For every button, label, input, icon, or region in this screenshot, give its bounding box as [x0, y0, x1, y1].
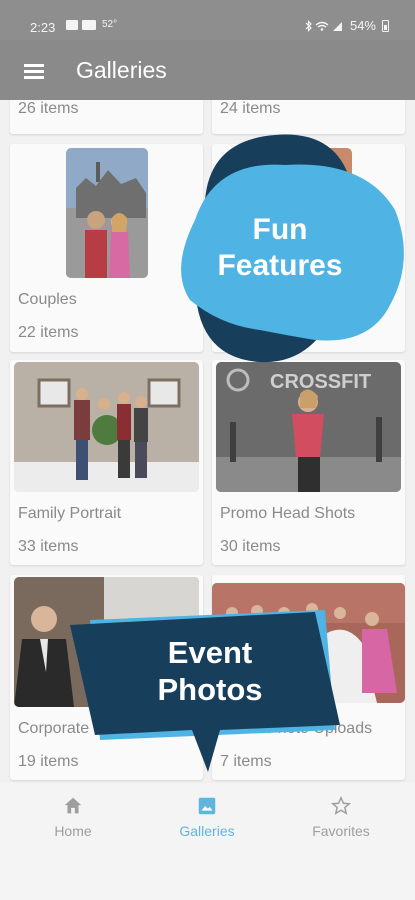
- nav-home[interactable]: Home: [18, 795, 128, 839]
- status-battery-text: 54%: [349, 18, 376, 33]
- gallery-card[interactable]: 26 items: [10, 100, 203, 134]
- gallery-count: 26 items: [18, 100, 79, 117]
- status-time: 2:23: [30, 20, 56, 35]
- nav-galleries[interactable]: Galleries: [152, 795, 262, 839]
- event-photos-label: Event Photos: [157, 635, 263, 708]
- page-title: Galleries: [76, 57, 167, 83]
- gallery-count: 33 items: [18, 538, 79, 555]
- system-icons: 54%: [304, 18, 389, 33]
- home-icon: [64, 797, 82, 814]
- image-icon: [198, 797, 216, 815]
- gallery-count: 24 items: [220, 100, 281, 117]
- gallery-thumbnail: CROSSFIT: [216, 362, 401, 492]
- menu-icon[interactable]: [24, 64, 44, 79]
- gallery-card-family-portrait[interactable]: Family Portrait 33 items: [10, 360, 203, 565]
- gallery-name: Family Portrait: [18, 505, 122, 522]
- gallery-thumbnail: [14, 362, 199, 492]
- nav-favorites[interactable]: Favorites: [286, 795, 396, 839]
- battery-icon: [382, 19, 389, 32]
- nav-label: Favorites: [312, 823, 370, 839]
- gallery-count: 22 items: [18, 324, 79, 341]
- gallery-count: 30 items: [220, 538, 281, 555]
- nav-label: Galleries: [179, 823, 235, 839]
- news-icon: [82, 19, 96, 30]
- gallery-thumbnail: [66, 148, 148, 278]
- gallery-card-promo-head-shots[interactable]: CROSSFIT Promo Head Shots 30 items: [212, 360, 405, 565]
- star-icon: [330, 795, 352, 815]
- bluetooth-wifi-signal-icon: [305, 19, 342, 32]
- gallery-name: Couples: [18, 291, 77, 308]
- app-bar: Galleries: [0, 40, 415, 100]
- fun-features-label: Fun Features: [217, 213, 343, 282]
- nav-label: Home: [54, 823, 92, 839]
- mail-icon: [66, 19, 78, 30]
- status-bar: 2:23 52° 54%: [0, 0, 415, 40]
- gallery-name: Promo Head Shots: [220, 505, 356, 522]
- bottom-navigation: Home Galleries Favorites: [0, 783, 415, 900]
- status-temperature: 52°: [102, 19, 118, 30]
- gallery-card[interactable]: 24 items: [212, 100, 405, 134]
- notification-icons: 52°: [66, 19, 117, 30]
